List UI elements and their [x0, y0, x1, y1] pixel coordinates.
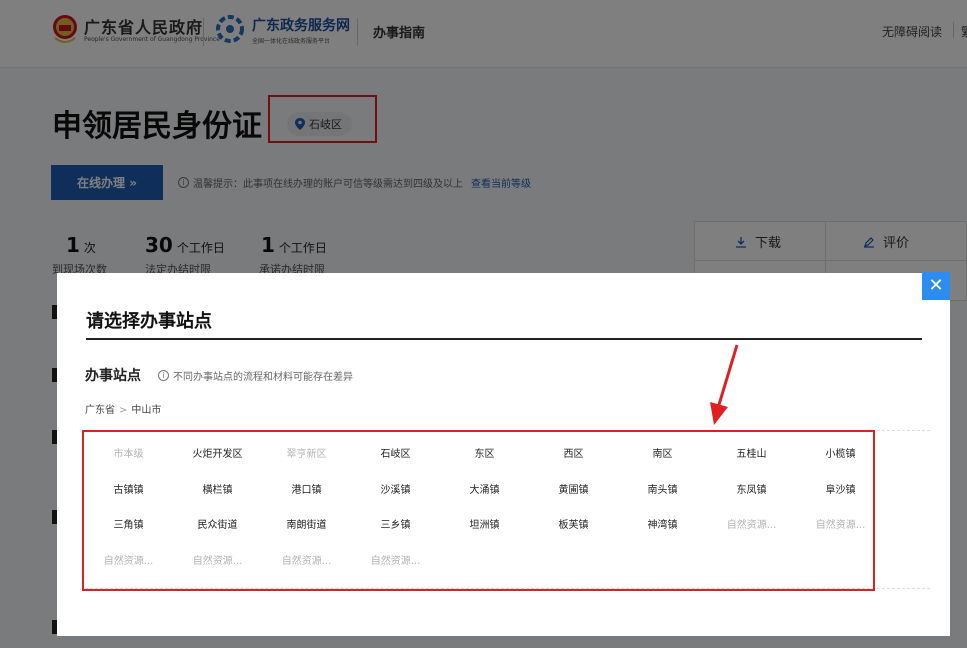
annotation-highlight-box: [82, 430, 875, 591]
breadcrumb-province[interactable]: 广东省: [85, 405, 115, 416]
breadcrumb: 广东省 > 中山市: [85, 401, 161, 416]
site-label: 办事站点: [85, 368, 141, 384]
breadcrumb-city[interactable]: 中山市: [131, 405, 161, 416]
site-note-text: 不同办事站点的流程和材料可能存在差异: [173, 372, 353, 383]
title-underline: [86, 338, 922, 340]
modal-title: 请选择办事站点: [86, 311, 212, 332]
site-note: i 不同办事站点的流程和材料可能存在差异: [158, 368, 353, 383]
info-icon: i: [158, 370, 169, 381]
chevron-right-icon: >: [119, 405, 128, 416]
close-modal-button[interactable]: ✕: [922, 272, 950, 300]
annotation-arrow-icon: [710, 344, 739, 425]
